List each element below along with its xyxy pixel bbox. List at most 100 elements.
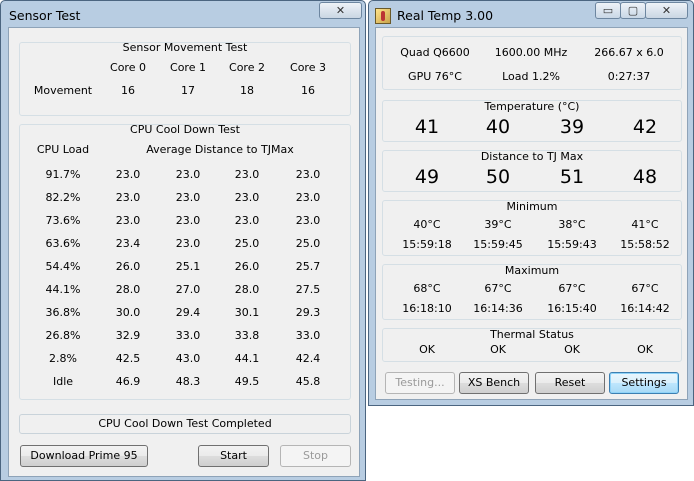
distance-group: Distance to TJ Max 49 50 51 48 — [382, 150, 682, 192]
cooldown-title: CPU Cool Down Test — [130, 123, 240, 136]
cooldown-group: CPU Cool Down Test CPU Load Average Dist… — [19, 123, 351, 400]
realtemp-title: Real Temp 3.00 — [397, 8, 494, 23]
xs-bench-button[interactable]: XS Bench — [459, 372, 529, 394]
cpu-load-value: 2.8% — [49, 352, 77, 365]
avg-distance-core-3: 23.0 — [295, 191, 321, 204]
avg-distance-core-2: 30.1 — [234, 306, 260, 319]
max-time-core-0: 16:18:10 — [402, 302, 452, 315]
stop-button[interactable]: Stop — [280, 445, 351, 467]
sensor-close-button[interactable]: ✕ — [319, 2, 362, 19]
realtemp-window: Real Temp 3.00 ▭ ▢ ✕ Quad Q6600 1600.00 … — [368, 0, 694, 406]
cpu-model: Quad Q6600 — [400, 46, 470, 59]
download-prime95-button[interactable]: Download Prime 95 — [20, 445, 148, 467]
avg-distance-core-1: 27.0 — [175, 283, 201, 296]
avg-distance-core-2: 28.0 — [234, 283, 260, 296]
min-temp-core-3: 41°C — [631, 218, 659, 231]
core-1-header: Core 1 — [170, 61, 206, 74]
avg-distance-core-1: 23.0 — [175, 237, 201, 250]
thermal-status-group: Thermal Status OK OK OK OK — [382, 328, 682, 362]
avg-distance-core-1: 23.0 — [175, 214, 201, 227]
avg-distance-core-0: 23.0 — [115, 191, 141, 204]
avg-distance-core-0: 23.4 — [115, 237, 141, 250]
avg-distance-core-2: 23.0 — [234, 191, 260, 204]
temp-core-3: 42 — [632, 116, 658, 138]
avg-distance-core-1: 25.1 — [175, 260, 201, 273]
minimum-group: Minimum 40°C 39°C 38°C 41°C 15:59:18 15:… — [382, 200, 682, 256]
distance-title: Distance to TJ Max — [480, 150, 584, 163]
max-temp-core-3: 67°C — [631, 282, 659, 295]
cpu-load-value: 36.8% — [45, 306, 81, 319]
core-2-header: Core 2 — [229, 61, 265, 74]
min-time-core-1: 15:59:45 — [473, 238, 523, 251]
reset-button[interactable]: Reset — [535, 372, 605, 394]
avg-distance-core-3: 23.0 — [295, 214, 321, 227]
max-temp-core-0: 68°C — [413, 282, 441, 295]
avg-distance-core-3: 27.5 — [295, 283, 321, 296]
avg-distance-core-2: 33.8 — [234, 329, 260, 342]
distance-core-0: 49 — [414, 166, 440, 188]
avg-distance-core-2: 23.0 — [234, 214, 260, 227]
max-time-core-3: 16:14:42 — [620, 302, 670, 315]
distance-core-2: 51 — [559, 166, 585, 188]
cooldown-status-box: CPU Cool Down Test Completed — [19, 414, 351, 434]
avg-distance-core-2: 49.5 — [234, 375, 260, 388]
cpu-load-value: 26.8% — [45, 329, 81, 342]
avg-distance-core-0: 46.9 — [115, 375, 141, 388]
movement-row-label: Movement — [33, 84, 93, 97]
minimize-button[interactable]: ▭ — [595, 2, 621, 19]
cooldown-status-text: CPU Cool Down Test Completed — [98, 417, 272, 430]
avg-distance-core-1: 23.0 — [175, 191, 201, 204]
realtemp-close-button[interactable]: ✕ — [645, 2, 688, 19]
avg-distance-core-3: 25.0 — [295, 237, 321, 250]
testing-button[interactable]: Testing... — [385, 372, 455, 394]
avg-distance-core-2: 26.0 — [234, 260, 260, 273]
min-time-core-2: 15:59:43 — [547, 238, 597, 251]
avg-distance-core-0: 23.0 — [115, 168, 141, 181]
avg-distance-core-3: 23.0 — [295, 168, 321, 181]
avg-distance-core-2: 44.1 — [234, 352, 260, 365]
maximum-title: Maximum — [504, 264, 560, 277]
avg-distance-core-1: 33.0 — [175, 329, 201, 342]
avg-distance-core-3: 29.3 — [295, 306, 321, 319]
maximum-group: Maximum 68°C 67°C 67°C 67°C 16:18:10 16:… — [382, 264, 682, 320]
movement-core-3: 16 — [301, 84, 315, 97]
sensor-test-title: Sensor Test — [9, 8, 81, 23]
min-time-core-0: 15:59:18 — [402, 238, 452, 251]
avg-distance-core-1: 43.0 — [175, 352, 201, 365]
min-temp-core-1: 39°C — [484, 218, 512, 231]
core-0-header: Core 0 — [110, 61, 146, 74]
core-3-header: Core 3 — [290, 61, 326, 74]
avg-distance-core-1: 48.3 — [175, 375, 201, 388]
thermal-status-title: Thermal Status — [490, 328, 574, 341]
minimum-title: Minimum — [506, 200, 558, 213]
avg-distance-core-3: 42.4 — [295, 352, 321, 365]
settings-button[interactable]: Settings — [609, 372, 679, 394]
cpu-info-group: Quad Q6600 1600.00 MHz 266.67 x 6.0 GPU … — [382, 36, 682, 90]
thermal-core-2: OK — [564, 343, 580, 356]
realtemp-client-area: Quad Q6600 1600.00 MHz 266.67 x 6.0 GPU … — [375, 27, 688, 400]
start-button[interactable]: Start — [198, 445, 269, 467]
temperature-group: Temperature (°C) 41 40 39 42 — [382, 100, 682, 142]
temp-core-0: 41 — [414, 116, 440, 138]
avg-distance-core-0: 32.9 — [115, 329, 141, 342]
avg-distance-core-0: 30.0 — [115, 306, 141, 319]
avg-distance-core-0: 42.5 — [115, 352, 141, 365]
maximize-button[interactable]: ▢ — [620, 2, 646, 19]
sensor-test-window: Sensor Test ✕ Sensor Movement Test Core … — [0, 0, 366, 481]
gpu-temp: GPU 76°C — [408, 70, 462, 83]
movement-core-1: 17 — [181, 84, 195, 97]
cpu-load-value: 91.7% — [45, 168, 81, 181]
min-time-core-3: 15:58:52 — [620, 238, 670, 251]
avg-distance-core-0: 23.0 — [115, 214, 141, 227]
cpu-load: Load 1.2% — [502, 70, 560, 83]
realtemp-app-icon — [375, 8, 391, 24]
cpu-load-value: 54.4% — [45, 260, 81, 273]
temp-core-2: 39 — [559, 116, 585, 138]
cpu-load-header: CPU Load — [36, 143, 90, 156]
max-temp-core-2: 67°C — [558, 282, 586, 295]
sensor-client-area: Sensor Movement Test Core 0 Core 1 Core … — [8, 27, 360, 477]
avg-distance-core-1: 23.0 — [175, 168, 201, 181]
distance-core-3: 48 — [632, 166, 658, 188]
avg-distance-core-2: 25.0 — [234, 237, 260, 250]
avg-distance-core-0: 28.0 — [115, 283, 141, 296]
